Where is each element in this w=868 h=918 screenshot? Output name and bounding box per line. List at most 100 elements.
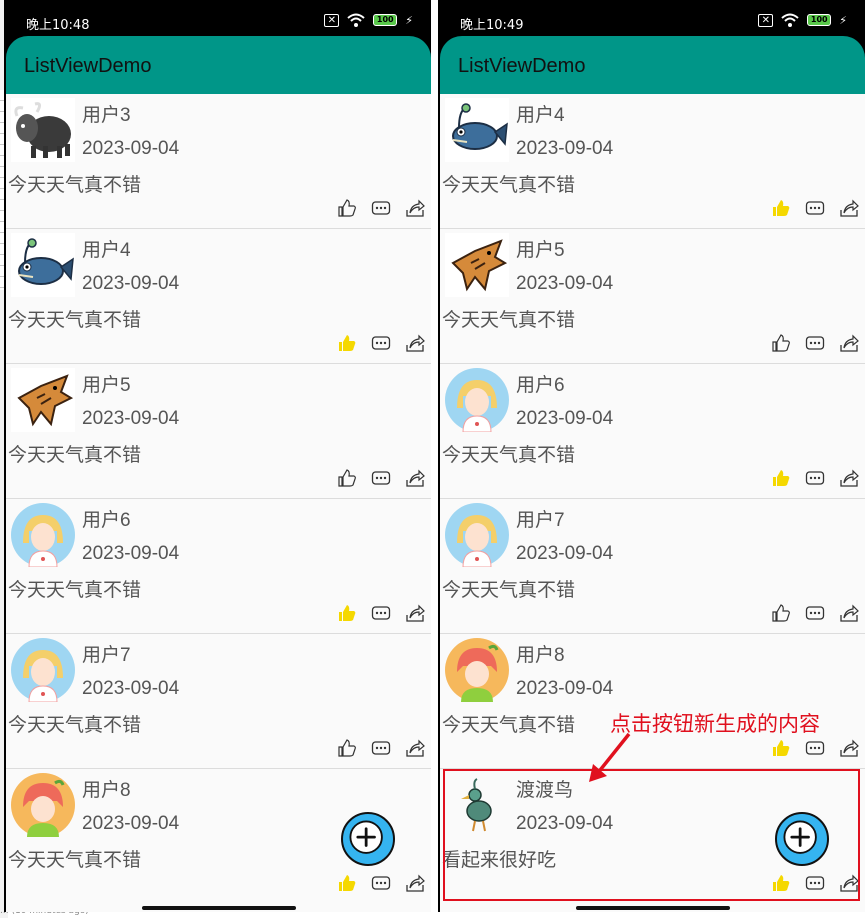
share-icon[interactable] [405,198,425,218]
fish-avatar [11,233,75,297]
share-icon[interactable] [405,873,425,893]
post-date: 2023-09-04 [82,813,180,834]
post-date: 2023-09-04 [82,408,180,429]
post-date: 2023-09-04 [516,408,614,429]
comment-icon[interactable] [805,333,825,353]
username: 用户3 [82,105,131,126]
username: 用户7 [82,645,131,666]
battery-icon: 100 [373,14,398,26]
share-icon[interactable] [839,333,859,353]
beast-avatar [445,233,509,297]
list-item[interactable]: 用户7 2023-09-04 今天天气真不错 [440,499,865,634]
like-filled-icon[interactable] [771,468,791,488]
add-fab-button[interactable] [341,812,395,866]
home-indicator[interactable] [575,906,730,910]
charging-icon: ⚡ [839,13,847,27]
post-content: 今天天气真不错 [442,445,576,466]
post-content: 今天天气真不错 [8,580,142,601]
list-item[interactable]: 用户5 2023-09-04 今天天气真不错 [6,364,431,499]
status-bar: 晚上10:49 ✕ 100 ⚡ [438,0,865,40]
comment-icon[interactable] [371,738,391,758]
status-time: 晚上10:49 [460,18,524,33]
list-item[interactable]: 用户4 2023-09-04 今天天气真不错 [440,94,865,229]
post-content: 今天天气真不错 [8,715,142,736]
like-filled-icon[interactable] [337,873,357,893]
username: 用户4 [516,105,565,126]
username: 用户8 [516,645,565,666]
share-icon[interactable] [839,603,859,623]
post-date: 2023-09-04 [516,543,614,564]
app-bar: ListViewDemo [6,36,431,94]
annotation-arrow-icon [589,732,631,782]
comment-icon[interactable] [371,468,391,488]
fish-avatar [445,98,509,162]
app-bar: ListViewDemo [440,36,865,94]
post-content: 今天天气真不错 [8,175,142,196]
navigation-bar [6,900,431,912]
share-icon[interactable] [839,738,859,758]
share-icon[interactable] [405,603,425,623]
blonde-girl-avatar [11,638,75,703]
like-icon[interactable] [337,468,357,488]
share-icon[interactable] [405,738,425,758]
status-bar: 晚上10:48 ✕ 100 ⚡ [4,0,431,40]
comment-icon[interactable] [371,198,391,218]
redhead-girl-avatar [11,773,75,837]
share-icon[interactable] [405,333,425,353]
blonde-girl-avatar [445,368,509,433]
share-icon[interactable] [405,468,425,488]
post-content: 今天天气真不错 [8,310,142,331]
comment-icon[interactable] [371,603,391,623]
comment-icon[interactable] [805,198,825,218]
battery-icon: 100 [807,14,832,26]
yak-avatar [11,98,75,162]
navigation-bar [440,900,865,912]
list-item[interactable]: 用户7 2023-09-04 今天天气真不错 [6,634,431,769]
like-filled-icon[interactable] [337,603,357,623]
annotation-label: 点击按钮新生成的内容 [610,712,820,736]
comment-icon[interactable] [371,873,391,893]
post-content: 今天天气真不错 [442,580,576,601]
list-item[interactable]: 用户3 2023-09-04 今天天气真不错 [6,94,431,229]
status-time: 晚上10:48 [26,18,90,33]
username: 用户5 [82,375,131,396]
phone-screenshot-before: 晚上10:48 ✕ 100 ⚡ ListViewDemo 用户3 2023-09-… [4,0,431,912]
sim-off-icon: ✕ [758,13,774,27]
post-date: 2023-09-04 [516,273,614,294]
comment-icon[interactable] [805,603,825,623]
like-icon[interactable] [337,198,357,218]
post-date: 2023-09-04 [82,138,180,159]
new-item-highlight-box [443,769,860,901]
post-content: 今天天气真不错 [8,850,142,871]
share-icon[interactable] [839,468,859,488]
home-indicator[interactable] [141,906,296,910]
list-item[interactable]: 用户8 2023-09-04 今天天气真不错 [440,634,865,769]
like-filled-icon[interactable] [337,333,357,353]
redhead-girl-avatar [445,638,509,702]
post-date: 2023-09-04 [516,138,614,159]
username: 用户4 [82,240,131,261]
list-item[interactable]: 用户6 2023-09-04 今天天气真不错 [6,499,431,634]
share-icon[interactable] [839,198,859,218]
list-item[interactable]: 用户5 2023-09-04 今天天气真不错 [440,229,865,364]
comment-icon[interactable] [371,333,391,353]
like-icon[interactable] [771,603,791,623]
comment-icon[interactable] [805,468,825,488]
wifi-icon [781,13,799,27]
username: 用户8 [82,780,131,801]
like-filled-icon[interactable] [771,738,791,758]
like-icon[interactable] [337,738,357,758]
charging-icon: ⚡ [405,13,413,27]
like-filled-icon[interactable] [771,198,791,218]
wifi-icon [347,13,365,27]
like-icon[interactable] [771,333,791,353]
username: 用户7 [516,510,565,531]
list-item[interactable]: 用户4 2023-09-04 今天天气真不错 [6,229,431,364]
list-item[interactable]: 用户6 2023-09-04 今天天气真不错 [440,364,865,499]
sim-off-icon: ✕ [324,13,340,27]
username: 用户6 [82,510,131,531]
blonde-girl-avatar [11,503,75,568]
post-date: 2023-09-04 [516,678,614,699]
comment-icon[interactable] [805,738,825,758]
list-view[interactable]: 用户3 2023-09-04 今天天气真不错 用户4 2023-09-04 今天天气真不… [6,94,431,900]
